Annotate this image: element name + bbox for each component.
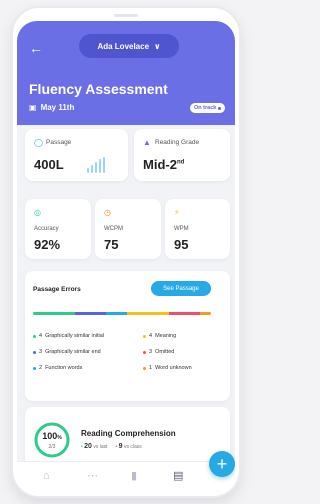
passage-card: ◯ Passage 400L — [25, 129, 128, 181]
accuracy-label: Accuracy — [34, 226, 59, 232]
lightning-icon: ⚡ — [174, 208, 180, 217]
app-screen: ← Ada Lovelace ∨ Fluency Assessment ▣ Ma… — [17, 21, 235, 492]
user-selector[interactable]: Ada Lovelace ∨ — [79, 34, 179, 58]
accuracy-value: 92% — [34, 237, 61, 252]
passage-label: Passage — [46, 139, 72, 146]
user-name: Ada Lovelace — [97, 41, 150, 51]
error-segment — [127, 312, 169, 315]
see-passage-button[interactable]: See Passage — [151, 281, 211, 296]
comprehension-percent: 100% — [42, 431, 62, 441]
status-dot — [218, 106, 222, 110]
page-title: Fluency Assessment — [29, 81, 168, 97]
wcpm-label: WCPM — [104, 226, 123, 232]
passage-errors-card: Passage Errors See Passage 4 Graphically … — [25, 271, 230, 401]
error-segment — [33, 312, 75, 315]
comprehension-score: 2/3 — [48, 444, 56, 450]
header: ← Ada Lovelace ∨ Fluency Assessment ▣ Ma… — [17, 21, 235, 125]
comprehension-title: Reading Comprehension — [81, 429, 176, 438]
legend-item: 2 Function words — [33, 365, 82, 371]
date-text: May 11th — [40, 103, 75, 112]
phone-frame: ← Ada Lovelace ∨ Fluency Assessment ▣ Ma… — [13, 8, 239, 496]
reading-grade-card: ▲ Reading Grade Mid-2nd — [134, 129, 230, 181]
bottom-tab-bar: ⌂ ⋯ ▮ ▤ — [17, 461, 235, 492]
passage-level-bars — [87, 157, 105, 173]
reading-grade-text: Mid-2 — [143, 157, 177, 172]
status-badge: On track — [190, 103, 226, 113]
passage-value: 400L — [34, 157, 64, 172]
error-segment — [200, 312, 211, 315]
plus-icon[interactable]: + — [209, 451, 235, 477]
legend-item: 3 Graphically similar end — [33, 349, 101, 355]
legend-item: 3 Omitted — [143, 349, 174, 355]
wcpm-card: ◷ WCPM 75 — [95, 199, 161, 259]
reading-grade-label: Reading Grade — [155, 139, 200, 146]
legend-item: 1 Word unknown — [143, 365, 192, 371]
error-segment — [74, 312, 107, 315]
arrow-left-icon[interactable]: ← — [29, 41, 43, 55]
timer-icon: ◷ — [104, 208, 111, 217]
comprehension-stats: • 20 vs last • 9 vs class — [81, 443, 142, 450]
vs-class-stat: • 9 vs class — [115, 443, 142, 450]
assessment-date: ▣ May 11th — [29, 103, 74, 112]
wpm-label: WPM — [174, 226, 189, 232]
vs-last-stat: • 20 vs last — [81, 443, 108, 450]
status-text: On track — [194, 105, 217, 111]
reading-grade-value: Mid-2nd — [143, 157, 184, 172]
accuracy-card: ◎ Accuracy 92% — [25, 199, 91, 259]
legend-item: 4 Graphically similar initial — [33, 333, 104, 339]
passage-errors-title: Passage Errors — [33, 286, 81, 293]
home-icon[interactable]: ⌂ — [43, 470, 50, 482]
legend-item: 4 Meaning — [143, 333, 176, 339]
speaker-notch — [114, 14, 138, 17]
error-distribution-bar — [33, 312, 211, 315]
target-icon: ◎ — [34, 208, 41, 217]
graduation-cap-icon: ▲ — [143, 138, 151, 147]
reading-grade-suffix: nd — [176, 159, 185, 166]
document-icon[interactable]: ▤ — [173, 470, 183, 482]
chevron-down-icon: ∨ — [154, 41, 161, 51]
wpm-value: 95 — [174, 237, 189, 252]
error-segment — [168, 312, 201, 315]
wpm-card: ⚡ WPM 95 — [165, 199, 230, 259]
error-segment — [106, 312, 128, 315]
group-icon[interactable]: ⋯ — [87, 470, 98, 482]
bulb-icon: ◯ — [34, 138, 43, 147]
bar-chart-icon[interactable]: ▮ — [131, 470, 137, 482]
calendar-icon: ▣ — [29, 103, 37, 112]
wcpm-value: 75 — [104, 237, 119, 252]
